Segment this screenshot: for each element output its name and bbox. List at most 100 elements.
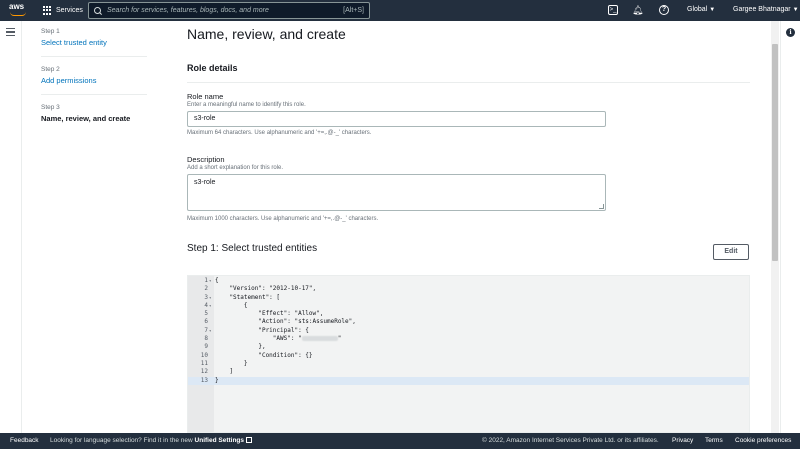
- code-line[interactable]: 8 "AWS": " ": [188, 335, 749, 343]
- code-line[interactable]: 11 }: [188, 359, 749, 368]
- code-line[interactable]: 1 ▾ {: [188, 277, 749, 285]
- wizard-step-1: Step 1 Select trusted entity: [41, 28, 147, 57]
- role-name-input[interactable]: s3-role: [187, 111, 606, 127]
- wizard-steps: Step 1 Select trusted entity Step 2 Add …: [41, 28, 147, 141]
- line-number: 1: [204, 277, 208, 284]
- unified-settings-link[interactable]: Unified Settings: [195, 437, 244, 444]
- code-text: "Statement": [: [215, 293, 281, 301]
- bell-icon[interactable]: 🔔︎: [632, 5, 643, 15]
- description-value: s3-role: [194, 179, 216, 186]
- code-line[interactable]: 7 ▾ "Principal": {: [188, 326, 749, 335]
- info-icon[interactable]: i: [786, 28, 795, 37]
- resize-handle[interactable]: [599, 204, 604, 209]
- feedback-link[interactable]: Feedback: [10, 437, 39, 444]
- language-prompt: Looking for language selection? Find it …: [50, 437, 253, 444]
- line-number: 3: [204, 293, 208, 301]
- code-text: "Effect": "Allow",: [215, 310, 324, 318]
- region-label: Global: [687, 6, 708, 13]
- code-line[interactable]: 3 ▾ "Statement": [: [188, 293, 749, 302]
- top-navigation: aws Services Search for services, featur…: [0, 0, 800, 21]
- code-line[interactable]: 4 ▾ {: [188, 301, 749, 310]
- line-number: 11: [200, 359, 208, 367]
- privacy-link[interactable]: Privacy: [672, 437, 693, 444]
- language-prompt-text: Looking for language selection? Find it …: [50, 437, 193, 444]
- role-details-heading: Role details: [187, 63, 238, 73]
- code-line[interactable]: 10 "Condition": {}: [188, 351, 749, 360]
- page-title: Name, review, and create: [187, 26, 346, 42]
- description-hint: Add a short explanation for this role.: [187, 165, 284, 171]
- step-link-select-trusted-entity[interactable]: Select trusted entity: [41, 38, 147, 47]
- line-number: 10: [200, 351, 208, 359]
- step-number: Step 1: [41, 28, 60, 35]
- code-line[interactable]: 5 "Effect": "Allow",: [188, 310, 749, 318]
- line-number: 4: [204, 301, 208, 309]
- code-line[interactable]: 12 ]: [188, 368, 749, 376]
- code-lines: 1 ▾{2 "Version": "2012-10-17", 3 ▾ "Stateme…: [188, 277, 749, 385]
- code-line[interactable]: 9 },: [188, 343, 749, 351]
- code-line[interactable]: 13}: [188, 376, 749, 385]
- code-line[interactable]: 6 "Action": "sts:AssumeRole",: [188, 318, 749, 326]
- description-constraint: Maximum 1000 characters. Use alphanumeri…: [187, 216, 379, 222]
- step-link-add-permissions[interactable]: Add permissions: [41, 76, 147, 85]
- fold-toggle-icon[interactable]: ▾: [209, 302, 211, 310]
- code-text: "Condition": {}: [215, 351, 313, 359]
- line-number: 12: [200, 368, 208, 376]
- cloudshell-icon[interactable]: >_: [608, 5, 618, 15]
- code-line[interactable]: 2 "Version": "2012-10-17",: [188, 285, 749, 293]
- fold-toggle-icon[interactable]: ▾: [209, 327, 211, 335]
- line-number: 6: [204, 318, 208, 326]
- code-text: {: [215, 301, 248, 309]
- services-label: Services: [56, 7, 83, 14]
- search-input[interactable]: Search for services, features, blogs, do…: [88, 2, 370, 19]
- redacted-value: [301, 336, 338, 342]
- aws-logo[interactable]: aws: [9, 3, 29, 18]
- role-name-description: Enter a meaningful name to identify this…: [187, 102, 306, 108]
- search-placeholder: Search for services, features, blogs, do…: [107, 7, 269, 14]
- copyright: © 2022, Amazon Internet Services Private…: [482, 437, 659, 444]
- user-name: Gargee Bhatnagar: [733, 6, 791, 13]
- aws-smile-icon: [10, 12, 26, 16]
- code-text: "Version": "2012-10-17",: [215, 285, 317, 293]
- region-selector[interactable]: Global ▼: [687, 6, 715, 13]
- fold-toggle-icon[interactable]: ▾: [209, 294, 211, 302]
- code-text: },: [215, 343, 266, 351]
- role-name-label: Role name: [187, 92, 224, 101]
- current-step-name: Name, review, and create: [41, 114, 131, 123]
- line-number: 8: [204, 335, 208, 343]
- fold-toggle-icon[interactable]: ▾: [209, 277, 211, 285]
- aws-logo-text: aws: [9, 2, 25, 11]
- caret-down-icon: ▼: [709, 7, 716, 13]
- trusted-entities-heading: Step 1: Select trusted entities: [187, 243, 318, 254]
- cookie-preferences-link[interactable]: Cookie preferences: [735, 437, 791, 444]
- terms-link[interactable]: Terms: [705, 437, 723, 444]
- edit-button[interactable]: Edit: [713, 244, 749, 260]
- search-icon: [94, 6, 102, 15]
- code-text: "AWS": " ": [215, 335, 342, 343]
- line-number: 5: [204, 310, 208, 318]
- code-text: }: [215, 359, 248, 367]
- code-text: {: [215, 277, 219, 284]
- hamburger-icon[interactable]: [6, 28, 15, 37]
- external-link-icon: [246, 437, 253, 443]
- description-textarea[interactable]: s3-role: [187, 174, 606, 211]
- scrollbar-thumb[interactable]: [772, 44, 778, 261]
- step-number: Step 2: [41, 66, 60, 73]
- help-icon[interactable]: ?: [659, 5, 669, 15]
- services-menu-button[interactable]: Services: [43, 4, 83, 17]
- panel-divider: [187, 82, 750, 83]
- trust-policy-editor[interactable]: 1 ▾{2 "Version": "2012-10-17", 3 ▾ "Stateme…: [187, 275, 750, 433]
- role-name-constraint: Maximum 64 characters. Use alphanumeric …: [187, 130, 372, 136]
- code-text: "Principal": {: [215, 326, 309, 334]
- line-number: 7: [204, 326, 208, 334]
- line-number: 2: [204, 285, 208, 293]
- code-text: "Action": "sts:AssumeRole",: [215, 318, 356, 326]
- grid-icon: [43, 6, 52, 15]
- code-text: ]: [215, 368, 234, 376]
- wizard-step-3: Step 3 Name, review, and create: [41, 104, 147, 132]
- caret-down-icon: ▼: [792, 7, 799, 13]
- code-text: }: [215, 376, 219, 384]
- account-menu[interactable]: Gargee Bhatnagar ▼: [733, 6, 799, 13]
- side-rail-divider: [21, 21, 22, 433]
- footer: Feedback Looking for language selection?…: [0, 433, 800, 449]
- tools-rail-divider: [780, 21, 781, 433]
